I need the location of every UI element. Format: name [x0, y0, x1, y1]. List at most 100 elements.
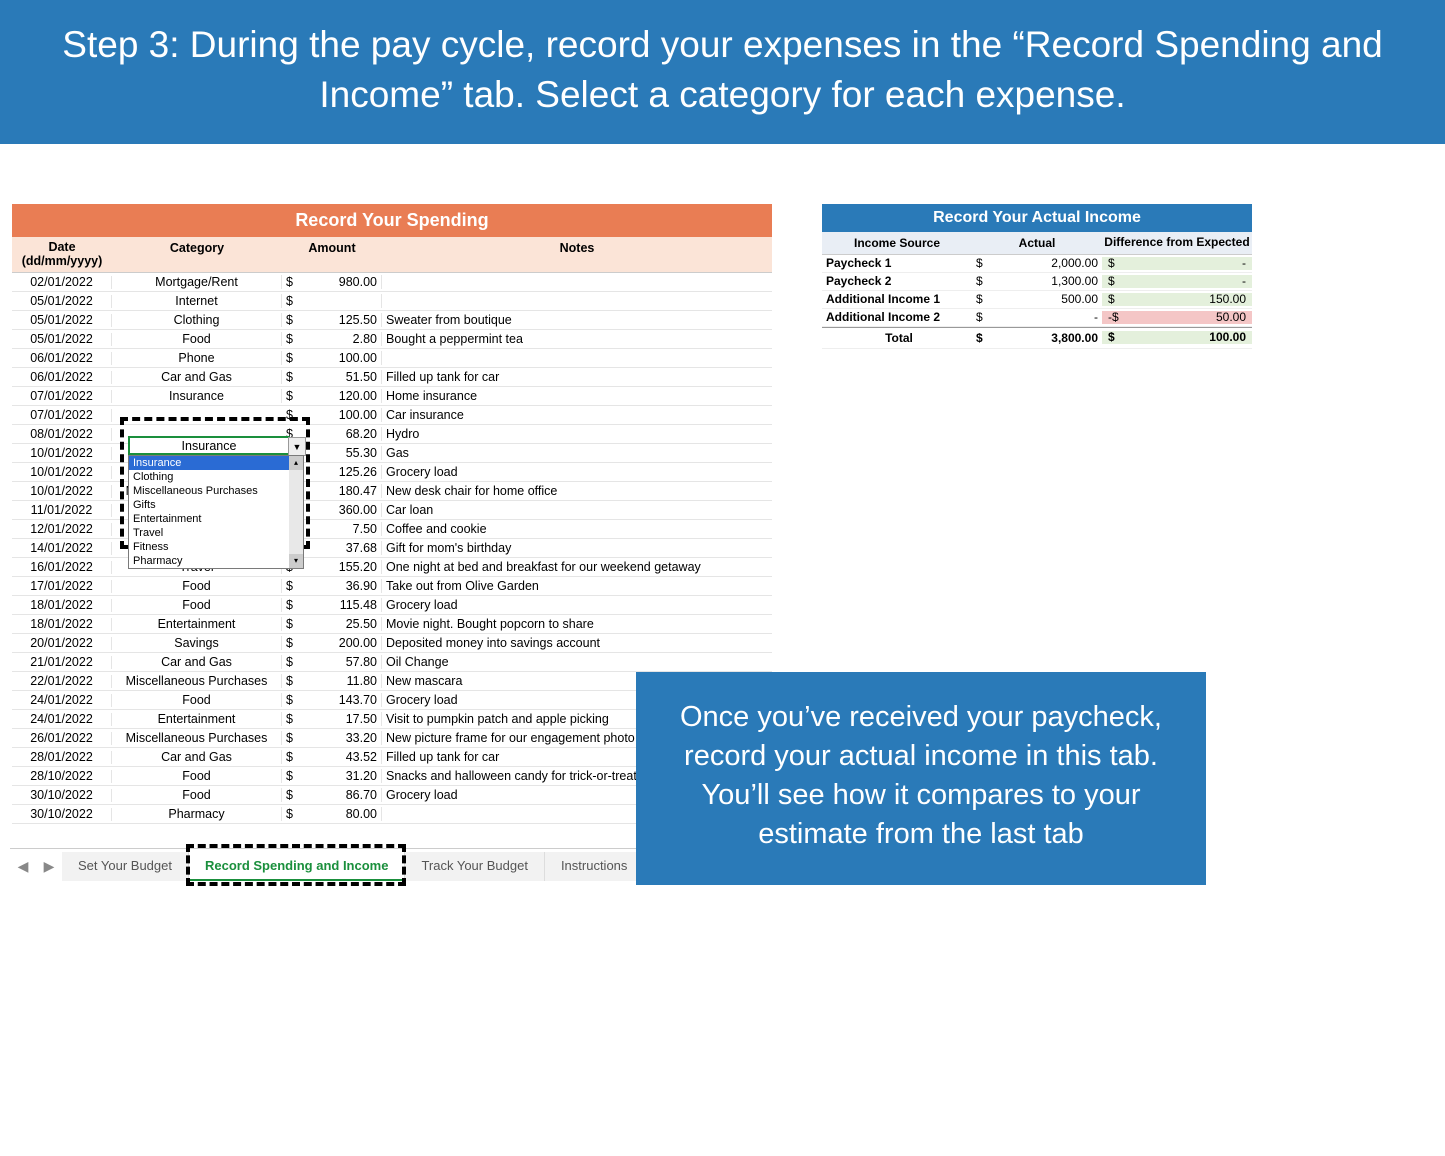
cell-amount[interactable]: $86.70 [282, 788, 382, 802]
cell-amount[interactable]: $11.80 [282, 674, 382, 688]
cell-date[interactable]: 20/01/2022 [12, 637, 112, 651]
cell-category[interactable]: Miscellaneous Purchases [112, 731, 282, 745]
spending-row[interactable]: 02/01/2022Mortgage/Rent$980.00 [12, 273, 772, 292]
category-dropdown-cell[interactable]: Insurance ▼ [128, 436, 290, 455]
cell-date[interactable]: 11/01/2022 [12, 504, 112, 518]
spending-row[interactable]: 07/01/2022$100.00Car insurance [12, 406, 772, 425]
cell-date[interactable]: 14/01/2022 [12, 542, 112, 556]
spending-row[interactable]: 14/01/2022Gifts$37.68Gift for mom's birt… [12, 539, 772, 558]
cell-amount[interactable]: $43.52 [282, 750, 382, 764]
spending-row[interactable]: 21/01/2022Car and Gas$57.80Oil Change [12, 653, 772, 672]
cell-category[interactable]: Food [112, 579, 282, 593]
sheet-tab[interactable]: Set Your Budget [62, 852, 189, 881]
cell-amount[interactable]: $980.00 [282, 275, 382, 289]
cell-notes[interactable]: Grocery load [382, 598, 772, 612]
dropdown-option[interactable]: Gifts [129, 498, 303, 512]
spending-row[interactable]: 18/01/2022Food$115.48Grocery load [12, 596, 772, 615]
cell-source[interactable]: Paycheck 2 [822, 274, 972, 288]
cell-date[interactable]: 24/01/2022 [12, 694, 112, 708]
cell-category[interactable]: Pharmacy [112, 807, 282, 821]
cell-date[interactable]: 08/01/2022 [12, 428, 112, 442]
cell-amount[interactable]: $100.00 [282, 408, 382, 422]
cell-actual[interactable]: $2,000.00 [972, 256, 1102, 270]
cell-amount[interactable]: $200.00 [282, 636, 382, 650]
dropdown-option[interactable]: Insurance [129, 456, 303, 470]
income-row[interactable]: Additional Income 2$--$50.00 [822, 309, 1252, 327]
cell-date[interactable]: 30/10/2022 [12, 789, 112, 803]
cell-date[interactable]: 12/01/2022 [12, 523, 112, 537]
cell-category[interactable]: Car and Gas [112, 370, 282, 384]
cell-actual[interactable]: $500.00 [972, 292, 1102, 306]
spending-row[interactable]: 05/01/2022Clothing$125.50Sweater from bo… [12, 311, 772, 330]
income-row[interactable]: Paycheck 2$1,300.00$- [822, 273, 1252, 291]
category-dropdown-list[interactable]: ▴ ▾ InsuranceClothingMiscellaneous Purch… [128, 455, 304, 569]
cell-amount[interactable]: $80.00 [282, 807, 382, 821]
spending-row[interactable]: 05/01/2022Food$2.80Bought a peppermint t… [12, 330, 772, 349]
cell-source[interactable]: Paycheck 1 [822, 256, 972, 270]
spending-row[interactable]: 10/01/2022$55.30Gas [12, 444, 772, 463]
cell-date[interactable]: 26/01/2022 [12, 732, 112, 746]
spending-row[interactable]: 17/01/2022Food$36.90Take out from Olive … [12, 577, 772, 596]
cell-date[interactable]: 02/01/2022 [12, 276, 112, 290]
spending-row[interactable]: 16/01/2022Travel$155.20One night at bed … [12, 558, 772, 577]
cell-category[interactable]: Mortgage/Rent [112, 275, 282, 289]
cell-notes[interactable]: Take out from Olive Garden [382, 579, 772, 593]
dropdown-option[interactable]: Travel [129, 526, 303, 540]
cell-category[interactable]: Clothing [112, 313, 282, 327]
cell-category[interactable]: Food [112, 788, 282, 802]
cell-source[interactable]: Additional Income 2 [822, 310, 972, 324]
sheet-tab[interactable]: Track Your Budget [405, 852, 544, 881]
cell-notes[interactable]: Movie night. Bought popcorn to share [382, 617, 772, 631]
scroll-down-icon[interactable]: ▾ [289, 554, 303, 568]
cell-notes[interactable]: Hydro [382, 427, 772, 441]
cell-amount[interactable]: $ [282, 294, 382, 308]
cell-amount[interactable]: $33.20 [282, 731, 382, 745]
cell-notes[interactable]: Deposited money into savings account [382, 636, 772, 650]
cell-date[interactable]: 28/01/2022 [12, 751, 112, 765]
cell-category[interactable]: Food [112, 693, 282, 707]
cell-notes[interactable]: Car insurance [382, 408, 772, 422]
sheet-tab[interactable]: Record Spending and Income [189, 852, 405, 881]
cell-amount[interactable]: $31.20 [282, 769, 382, 783]
cell-date[interactable]: 28/10/2022 [12, 770, 112, 784]
spending-row[interactable]: 05/01/2022Internet$ [12, 292, 772, 311]
spending-row[interactable]: 20/01/2022Savings$200.00Deposited money … [12, 634, 772, 653]
cell-category[interactable]: Car and Gas [112, 655, 282, 669]
cell-notes[interactable]: Bought a peppermint tea [382, 332, 772, 346]
cell-notes[interactable]: Home insurance [382, 389, 772, 403]
cell-category[interactable]: Food [112, 332, 282, 346]
dropdown-option[interactable]: Entertainment [129, 512, 303, 526]
cell-amount[interactable]: $17.50 [282, 712, 382, 726]
cell-date[interactable]: 06/01/2022 [12, 352, 112, 366]
cell-category[interactable]: Insurance [112, 389, 282, 403]
cell-amount[interactable]: $36.90 [282, 579, 382, 593]
cell-date[interactable]: 30/10/2022 [12, 808, 112, 822]
cell-notes[interactable]: Sweater from boutique [382, 313, 772, 327]
cell-date[interactable]: 06/01/2022 [12, 371, 112, 385]
cell-date[interactable]: 05/01/2022 [12, 314, 112, 328]
tab-nav-prev-icon[interactable]: ◀ [10, 854, 36, 880]
dropdown-option[interactable]: Miscellaneous Purchases [129, 484, 303, 498]
cell-source[interactable]: Additional Income 1 [822, 292, 972, 306]
spending-row[interactable]: 10/01/2022$125.26Grocery load [12, 463, 772, 482]
tab-nav-next-icon[interactable]: ▶ [36, 854, 62, 880]
spending-row[interactable]: 11/01/2022Debt$360.00Car loan [12, 501, 772, 520]
cell-amount[interactable]: $115.48 [282, 598, 382, 612]
cell-notes[interactable]: Grocery load [382, 465, 772, 479]
cell-notes[interactable]: Gift for mom's birthday [382, 541, 772, 555]
spending-row[interactable]: 12/01/2022Food$7.50Coffee and cookie [12, 520, 772, 539]
cell-category[interactable]: Phone [112, 351, 282, 365]
cell-category[interactable]: Savings [112, 636, 282, 650]
scroll-up-icon[interactable]: ▴ [289, 456, 303, 470]
spending-row[interactable]: 08/01/2022$68.20Hydro [12, 425, 772, 444]
dropdown-arrow-icon[interactable]: ▼ [288, 437, 306, 456]
cell-date[interactable]: 18/01/2022 [12, 618, 112, 632]
dropdown-option[interactable]: Fitness [129, 540, 303, 554]
cell-category[interactable]: Food [112, 598, 282, 612]
cell-notes[interactable]: Filled up tank for car [382, 370, 772, 384]
cell-category[interactable]: Internet [112, 294, 282, 308]
spending-row[interactable]: 06/01/2022Phone$100.00 [12, 349, 772, 368]
dropdown-option[interactable]: Pharmacy [129, 554, 303, 568]
income-row[interactable]: Paycheck 1$2,000.00$- [822, 255, 1252, 273]
cell-amount[interactable]: $51.50 [282, 370, 382, 384]
